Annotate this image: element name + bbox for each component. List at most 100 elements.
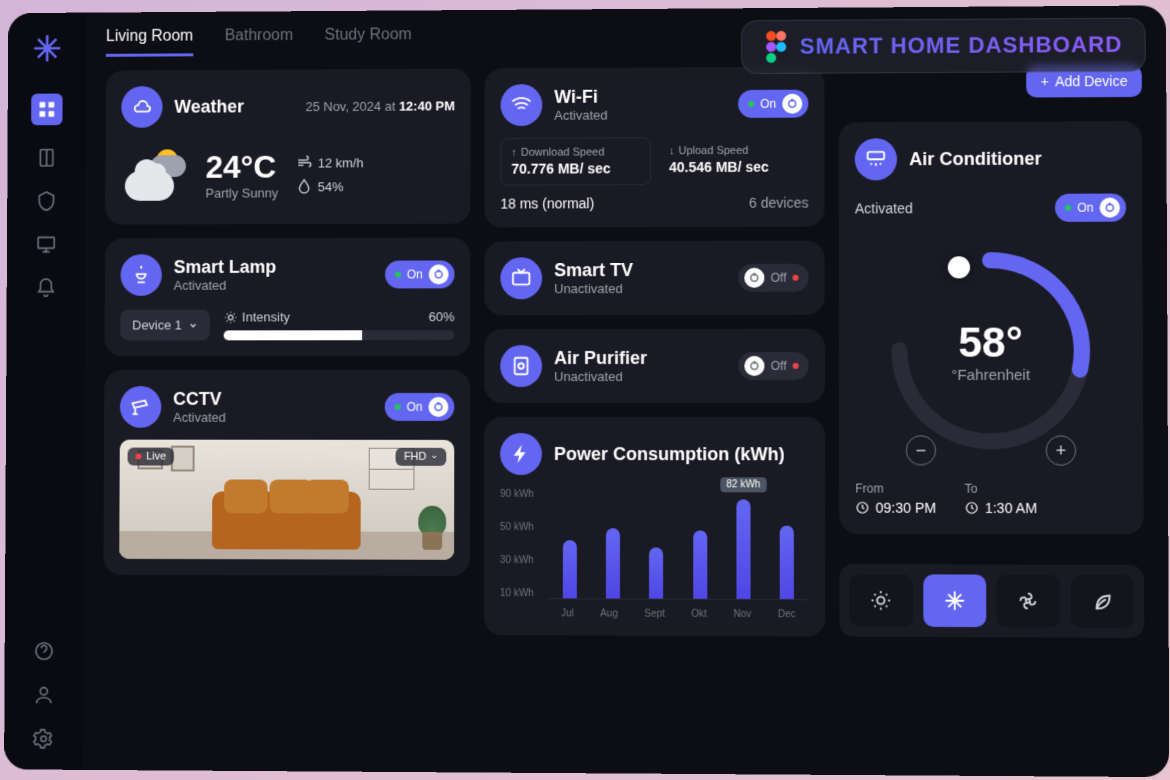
tab-bathroom[interactable]: Bathroom <box>225 27 293 56</box>
ac-temperature-dial[interactable]: 58° °Fahrenheit − + <box>879 240 1103 462</box>
clock-icon <box>855 501 869 515</box>
ac-title: Air Conditioner <box>909 148 1042 170</box>
ac-mode-fan[interactable] <box>996 575 1060 628</box>
weather-icon <box>121 86 162 128</box>
cctv-card: CCTV Activated On <box>103 370 470 576</box>
weather-title: Weather <box>174 96 244 117</box>
smart-lamp-card: Smart Lamp Activated On Device 1 <box>104 238 470 357</box>
ac-toggle[interactable]: On <box>1055 194 1126 222</box>
chart-bar[interactable] <box>606 528 620 599</box>
ac-mode-eco[interactable] <box>1070 575 1134 628</box>
lamp-device-select[interactable]: Device 1 <box>120 310 209 341</box>
fan-icon <box>1017 590 1039 612</box>
chart-x-label: Sept <box>644 609 665 620</box>
wifi-toggle[interactable]: On <box>738 90 808 118</box>
tab-living-room[interactable]: Living Room <box>106 28 193 57</box>
tv-title: Smart TV <box>554 260 726 281</box>
weather-wind: 12 km/h <box>296 154 364 170</box>
chart-bar[interactable] <box>649 548 663 599</box>
ac-mode-heat[interactable] <box>849 574 912 627</box>
clock-icon <box>965 501 979 515</box>
nav-bell-icon[interactable] <box>35 277 57 299</box>
main-content: Living Room Bathroom Study Room SMART HO… <box>83 5 1170 777</box>
download-label: ↑ Download Speed <box>511 146 640 158</box>
power-chart: 90 kWh 50 kWh 30 kWh 10 kWh JulAugSeptOk… <box>500 489 809 620</box>
ac-modes <box>839 564 1144 638</box>
ac-unit: °Fahrenheit <box>951 366 1030 383</box>
ac-mode-cool[interactable] <box>923 574 987 627</box>
quality-select[interactable]: FHD <box>396 448 446 466</box>
air-purifier-card: Air Purifier Unactivated Off <box>484 329 825 403</box>
lamp-intensity-value: 60% <box>429 309 455 324</box>
banner-title: SMART HOME DASHBOARD <box>800 32 1123 60</box>
lamp-intensity-slider[interactable] <box>223 330 454 340</box>
tv-toggle[interactable]: Off <box>738 264 808 292</box>
cctv-icon <box>120 386 162 428</box>
wind-icon <box>296 155 312 171</box>
chart-bar[interactable] <box>736 499 750 599</box>
sun-icon <box>870 589 892 611</box>
leaf-icon <box>1091 590 1114 612</box>
power-icon <box>500 433 542 475</box>
ac-minus-button[interactable]: − <box>906 435 936 465</box>
app-window: Living Room Bathroom Study Room SMART HO… <box>4 5 1169 777</box>
weather-date: 25 Nov, 2024 at 12:40 PM <box>306 98 455 114</box>
logo-icon <box>31 32 62 64</box>
nav-help-icon[interactable] <box>33 640 55 662</box>
brightness-icon <box>223 310 237 324</box>
wifi-ping: 18 ms (normal) <box>500 195 594 211</box>
chevron-down-icon <box>188 320 198 330</box>
wifi-icon <box>501 84 543 126</box>
live-badge: Live <box>128 448 175 466</box>
room-tabs: Living Room Bathroom Study Room SMART HO… <box>106 22 1146 57</box>
tv-status: Unactivated <box>554 281 726 296</box>
chart-bar[interactable] <box>780 526 794 599</box>
cctv-status: Activated <box>173 410 373 425</box>
power-title: Power Consumption (kWh) <box>554 443 785 464</box>
cctv-toggle[interactable]: On <box>385 393 455 421</box>
ac-card: Air Conditioner Activated On <box>839 121 1144 535</box>
nav-shield-icon[interactable] <box>36 190 58 212</box>
title-banner: SMART HOME DASHBOARD <box>741 18 1146 74</box>
wifi-status: Activated <box>554 107 726 123</box>
ac-from-label: From <box>855 481 936 495</box>
figma-icon <box>764 31 786 63</box>
lamp-icon <box>120 254 161 296</box>
tab-study-room[interactable]: Study Room <box>325 26 412 55</box>
lamp-status: Activated <box>174 278 374 293</box>
upload-speed: 40.546 MB/ sec <box>669 159 798 175</box>
cctv-feed[interactable]: Live FHD <box>119 440 454 560</box>
nav-settings-icon[interactable] <box>33 728 55 750</box>
wifi-devices: 6 devices <box>749 195 808 211</box>
chart-x-label: Dec <box>778 609 796 620</box>
ac-temperature: 58° <box>958 318 1023 366</box>
power-card: Power Consumption (kWh) 90 kWh 50 kWh 30… <box>484 417 825 637</box>
weather-condition: Partly Sunny <box>205 185 278 200</box>
purifier-icon <box>500 345 542 387</box>
purifier-title: Air Purifier <box>554 348 726 369</box>
ac-plus-button[interactable]: + <box>1046 435 1077 465</box>
lamp-toggle[interactable]: On <box>385 260 455 288</box>
ac-icon <box>855 138 897 180</box>
ac-to-time[interactable]: 1:30 AM <box>965 500 1038 516</box>
ac-to-label: To <box>965 482 1037 496</box>
nav-dashboard-icon[interactable] <box>31 94 62 126</box>
weather-card: Weather 25 Nov, 2024 at 12:40 PM 24°C Pa… <box>105 69 471 225</box>
cctv-title: CCTV <box>173 389 373 410</box>
purifier-status: Unactivated <box>554 369 726 384</box>
chart-x-label: Okt <box>691 609 707 620</box>
ac-from-time[interactable]: 09:30 PM <box>855 500 936 516</box>
chart-bar[interactable] <box>693 531 707 599</box>
weather-condition-icon <box>121 141 188 208</box>
nav-presentation-icon[interactable] <box>35 234 57 256</box>
nav-door-icon[interactable] <box>36 147 58 169</box>
lamp-title: Smart Lamp <box>174 257 374 278</box>
dashboard-grid: Weather 25 Nov, 2024 at 12:40 PM 24°C Pa… <box>103 65 1148 638</box>
sidebar <box>4 13 86 770</box>
purifier-toggle[interactable]: Off <box>739 352 809 380</box>
wifi-card: Wi-Fi Activated On ↑ Download Speed 70.7… <box>484 67 824 228</box>
chart-bar[interactable] <box>563 540 577 598</box>
ac-status-text: Activated <box>855 200 913 216</box>
nav-user-icon[interactable] <box>33 684 55 706</box>
download-speed: 70.776 MB/ sec <box>511 160 640 176</box>
